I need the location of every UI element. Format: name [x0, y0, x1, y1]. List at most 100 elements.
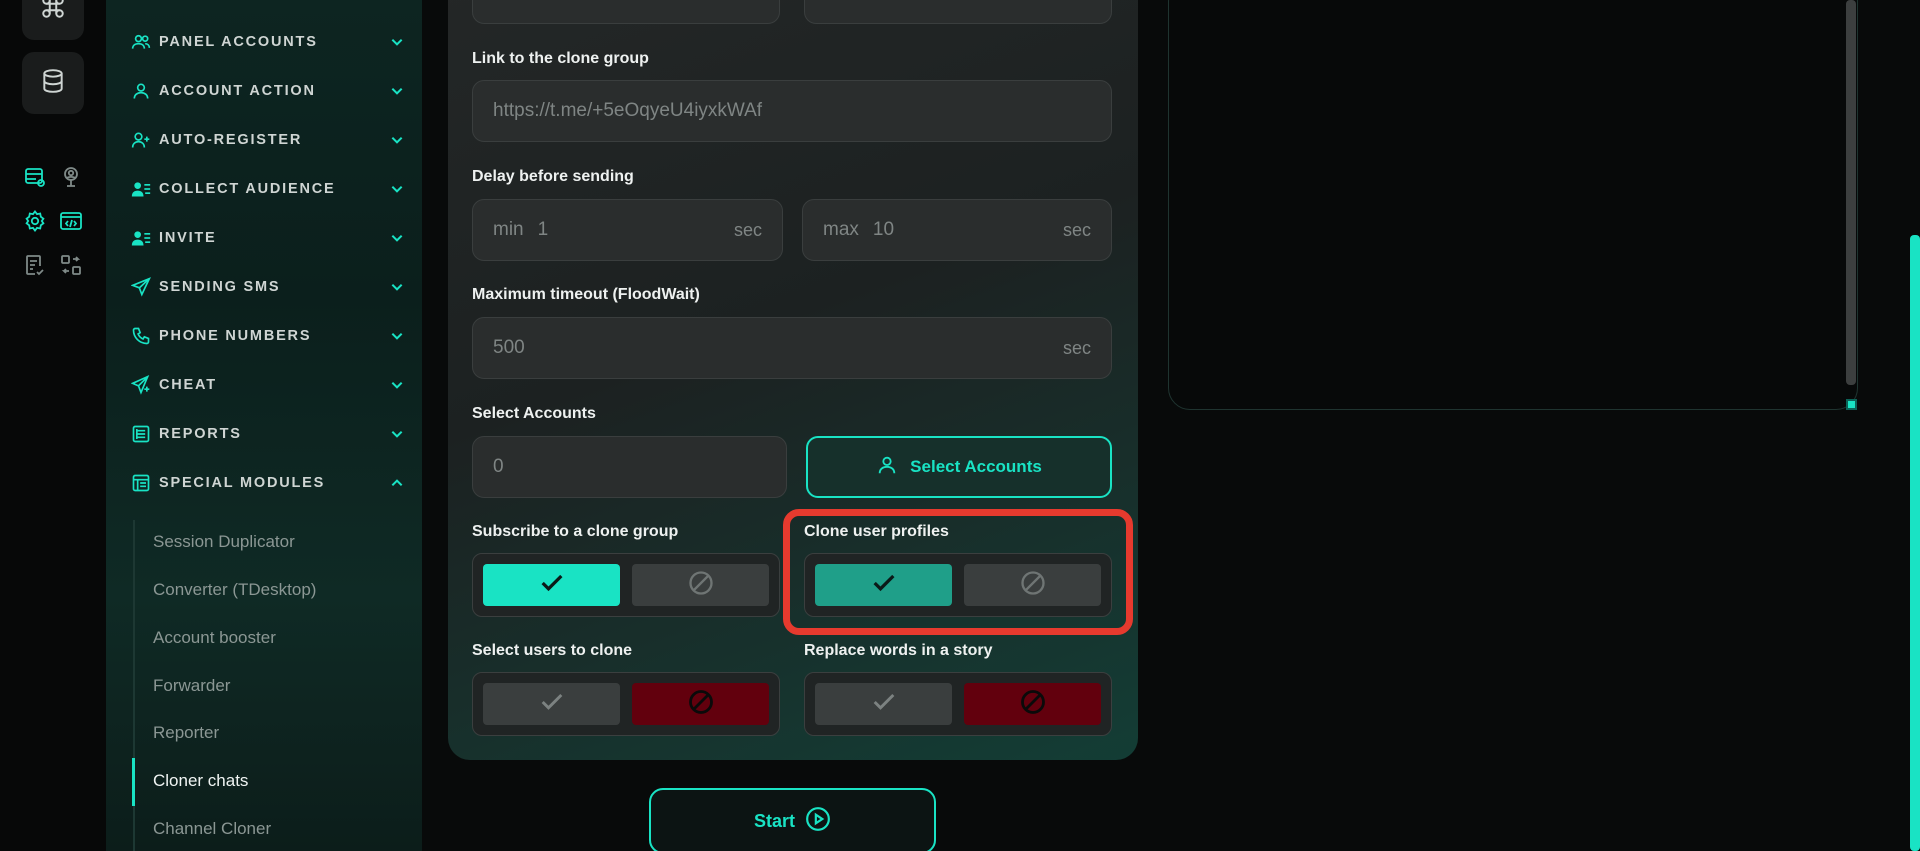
- start-button-label: Start: [753, 810, 795, 831]
- delay-min-value: 1: [537, 219, 549, 240]
- delay-max-input[interactable]: max 10 sec: [802, 199, 1112, 261]
- modules-icon: [130, 472, 152, 494]
- database-icon: [40, 68, 66, 99]
- swap-icon[interactable]: [58, 252, 84, 278]
- sidebar-item-label: PANEL ACCOUNTS: [159, 34, 318, 50]
- subscribe-no-button[interactable]: [632, 564, 769, 606]
- start-button[interactable]: Start: [649, 788, 936, 851]
- unit-suffix: sec: [733, 219, 762, 240]
- link-placeholder: https://t.me/+5eOqyeU4iyxkWAf: [493, 100, 763, 121]
- submenu-item-account-booster[interactable]: Account booster: [153, 628, 276, 648]
- report-icon: [130, 423, 152, 445]
- sidebar-item-label: ACCOUNT ACTION: [159, 83, 316, 99]
- subscribe-label: Subscribe to a clone group: [472, 523, 679, 540]
- sidebar-item-sending-sms[interactable]: SENDING SMS: [130, 271, 406, 303]
- checklist-icon[interactable]: [22, 252, 48, 278]
- accounts-count: 0: [493, 456, 504, 477]
- chevron-down-icon: [388, 229, 406, 247]
- users-icon: [130, 31, 152, 53]
- unit-suffix: sec: [1062, 337, 1091, 358]
- sidebar-item-collect-audience[interactable]: COLLECT AUDIENCE: [130, 173, 406, 205]
- app-window: PANEL ACCOUNTS ACCOUNT ACTION AUTO-REGIS…: [0, 0, 1920, 851]
- user-list-icon: [130, 178, 152, 200]
- chevron-down-icon: [388, 278, 406, 296]
- user-circle-icon[interactable]: [58, 164, 84, 190]
- sidebar-item-label: CHEAT: [159, 377, 217, 393]
- user-list-icon: [130, 227, 152, 249]
- submenu-item-channel-cloner[interactable]: Channel Cloner: [153, 819, 271, 839]
- chevron-down-icon: [388, 376, 406, 394]
- sidebar: PANEL ACCOUNTS ACCOUNT ACTION AUTO-REGIS…: [106, 0, 422, 851]
- sidebar-item-panel-accounts[interactable]: PANEL ACCOUNTS: [130, 26, 406, 58]
- paper-plane-icon: [130, 276, 152, 298]
- database-settings-icon[interactable]: [22, 164, 48, 190]
- submenu-item-forwarder[interactable]: Forwarder: [153, 676, 230, 696]
- link-label: Link to the clone group: [472, 50, 649, 67]
- previous-field-right[interactable]: [804, 0, 1112, 24]
- delay-min-input[interactable]: min 1 sec: [472, 199, 783, 261]
- replace-words-no-button[interactable]: [964, 683, 1101, 725]
- timeout-input[interactable]: 500 sec: [472, 317, 1112, 379]
- ban-icon: [1019, 688, 1047, 721]
- sidebar-item-special-modules[interactable]: SPECIAL MODULES: [130, 467, 406, 499]
- select-users-no-button[interactable]: [632, 683, 769, 725]
- command-button[interactable]: [22, 0, 84, 40]
- select-users-label: Select users to clone: [472, 642, 633, 659]
- subscribe-yes-button[interactable]: [483, 564, 620, 606]
- sidebar-item-label: REPORTS: [159, 426, 242, 442]
- sidebar-item-reports[interactable]: REPORTS: [130, 418, 406, 450]
- link-input[interactable]: https://t.me/+5eOqyeU4iyxkWAf: [472, 80, 1112, 142]
- submenu-item-converter[interactable]: Converter (TDesktop): [153, 580, 316, 600]
- select-accounts-button[interactable]: Select Accounts: [806, 436, 1112, 498]
- user-plus-icon: [130, 129, 152, 151]
- delay-label: Delay before sending: [472, 168, 634, 185]
- unit-suffix: sec: [1062, 219, 1091, 240]
- chevron-down-icon: [388, 327, 406, 345]
- chevron-down-icon: [388, 82, 406, 100]
- replace-words-toggle: [804, 672, 1112, 736]
- log-scrollbar[interactable]: [1846, 0, 1856, 385]
- sidebar-item-account-action[interactable]: ACCOUNT ACTION: [130, 75, 406, 107]
- select-users-yes-button[interactable]: [483, 683, 620, 725]
- sidebar-item-label: INVITE: [159, 230, 217, 246]
- accounts-count-input[interactable]: 0: [472, 436, 787, 498]
- command-icon: [40, 0, 66, 25]
- check-icon: [538, 688, 566, 721]
- chevron-down-icon: [388, 425, 406, 443]
- database-button[interactable]: [22, 52, 84, 114]
- icon-rail: [0, 0, 106, 851]
- chevron-down-icon: [388, 33, 406, 51]
- sidebar-item-label: AUTO-REGISTER: [159, 132, 303, 148]
- max-prefix: max: [823, 219, 859, 240]
- sidebar-item-invite[interactable]: INVITE: [130, 222, 406, 254]
- sidebar-item-phone-numbers[interactable]: PHONE NUMBERS: [130, 320, 406, 352]
- submenu-active-indicator: [132, 758, 135, 806]
- resize-handle[interactable]: [1846, 399, 1857, 410]
- chevron-down-icon: [388, 131, 406, 149]
- user-icon: [130, 80, 152, 102]
- previous-field-left[interactable]: [472, 0, 780, 24]
- code-window-icon[interactable]: [58, 208, 84, 234]
- sidebar-item-label: SENDING SMS: [159, 279, 281, 295]
- ban-icon: [687, 569, 715, 602]
- play-circle-icon: [795, 806, 831, 837]
- select-users-toggle: [472, 672, 780, 736]
- sidebar-item-label: COLLECT AUDIENCE: [159, 181, 336, 197]
- min-prefix: min: [493, 219, 524, 240]
- submenu-item-cloner-chats[interactable]: Cloner chats: [153, 771, 248, 791]
- page-scrollbar[interactable]: [1910, 235, 1920, 851]
- check-icon: [538, 569, 566, 602]
- chevron-down-icon: [388, 180, 406, 198]
- phone-icon: [130, 325, 152, 347]
- submenu-item-reporter[interactable]: Reporter: [153, 723, 219, 743]
- chevron-up-icon: [388, 474, 406, 492]
- replace-words-yes-button[interactable]: [815, 683, 952, 725]
- submenu-item-session-duplicator[interactable]: Session Duplicator: [153, 532, 295, 552]
- gear-icon[interactable]: [22, 208, 48, 234]
- output-log-area[interactable]: [1168, 0, 1858, 410]
- highlight-box: [783, 509, 1133, 635]
- sidebar-item-cheat[interactable]: CHEAT: [130, 369, 406, 401]
- send-plus-icon: [130, 374, 152, 396]
- user-icon: [876, 454, 910, 481]
- sidebar-item-auto-register[interactable]: AUTO-REGISTER: [130, 124, 406, 156]
